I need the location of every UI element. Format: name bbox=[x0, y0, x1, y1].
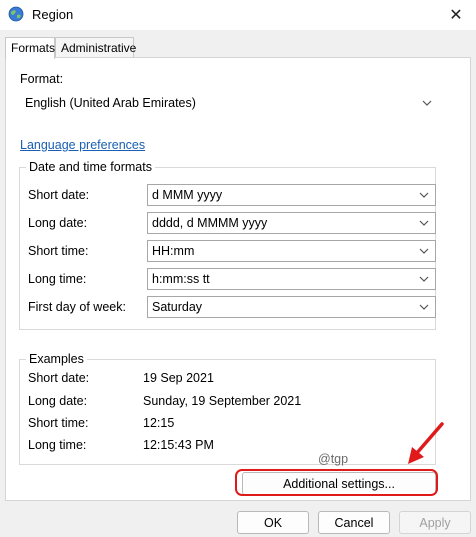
long-time-select[interactable]: h:mm:ss tt bbox=[147, 268, 436, 290]
chevron-down-icon bbox=[419, 192, 429, 198]
chevron-down-icon bbox=[419, 276, 429, 282]
example-short-time-label: Short time: bbox=[28, 416, 89, 430]
short-time-value: HH:mm bbox=[152, 244, 195, 258]
examples-legend: Examples bbox=[26, 352, 87, 366]
example-short-date-value: 19 Sep 2021 bbox=[143, 371, 214, 385]
apply-button[interactable]: Apply bbox=[399, 511, 471, 534]
close-button[interactable]: ✕ bbox=[436, 0, 476, 30]
chevron-down-icon bbox=[419, 248, 429, 254]
chevron-down-icon bbox=[419, 220, 429, 226]
format-select[interactable]: English (United Arab Emirates) bbox=[20, 92, 438, 114]
chevron-down-icon bbox=[419, 304, 429, 310]
close-icon: ✕ bbox=[449, 7, 463, 24]
first-day-of-week-value: Saturday bbox=[152, 300, 203, 314]
example-long-time-value: 12:15:43 PM bbox=[143, 438, 214, 452]
short-time-select[interactable]: HH:mm bbox=[147, 240, 436, 262]
first-day-of-week-label: First day of week: bbox=[28, 300, 126, 314]
ok-button[interactable]: OK bbox=[237, 511, 309, 534]
example-long-time-label: Long time: bbox=[28, 438, 87, 452]
format-label: Format: bbox=[20, 72, 64, 86]
annotation-arrow-icon bbox=[408, 422, 444, 464]
example-long-date-label: Long date: bbox=[28, 394, 88, 408]
highlight-box bbox=[235, 469, 438, 496]
short-date-select[interactable]: d MMM yyyy bbox=[147, 184, 436, 206]
example-short-time-value: 12:15 bbox=[143, 416, 175, 430]
tab-administrative[interactable]: Administrative bbox=[55, 37, 136, 58]
chevron-down-icon bbox=[422, 100, 432, 106]
long-date-label: Long date: bbox=[28, 216, 88, 230]
title-bar: Region ✕ bbox=[0, 0, 476, 30]
short-date-label: Short date: bbox=[28, 188, 90, 202]
first-day-of-week-select[interactable]: Saturday bbox=[147, 296, 436, 318]
language-preferences-link[interactable]: Language preferences bbox=[20, 138, 145, 152]
cancel-button[interactable]: Cancel bbox=[318, 511, 390, 534]
long-date-select[interactable]: dddd, d MMMM yyyy bbox=[147, 212, 436, 234]
globe-icon bbox=[8, 6, 24, 22]
format-select-value: English (United Arab Emirates) bbox=[25, 96, 196, 110]
date-time-formats-legend: Date and time formats bbox=[26, 160, 155, 174]
long-date-value: dddd, d MMMM yyyy bbox=[152, 216, 268, 230]
tab-formats[interactable]: Formats bbox=[5, 37, 55, 59]
long-time-label: Long time: bbox=[28, 272, 87, 286]
example-long-date-value: Sunday, 19 September 2021 bbox=[143, 394, 302, 408]
short-time-label: Short time: bbox=[28, 244, 89, 258]
window-title: Region bbox=[32, 7, 74, 22]
watermark: @tgp bbox=[318, 452, 349, 466]
example-short-date-label: Short date: bbox=[28, 371, 90, 385]
formats-panel: Format: English (United Arab Emirates) L… bbox=[5, 57, 471, 501]
long-time-value: h:mm:ss tt bbox=[152, 272, 210, 286]
short-date-value: d MMM yyyy bbox=[152, 188, 223, 202]
